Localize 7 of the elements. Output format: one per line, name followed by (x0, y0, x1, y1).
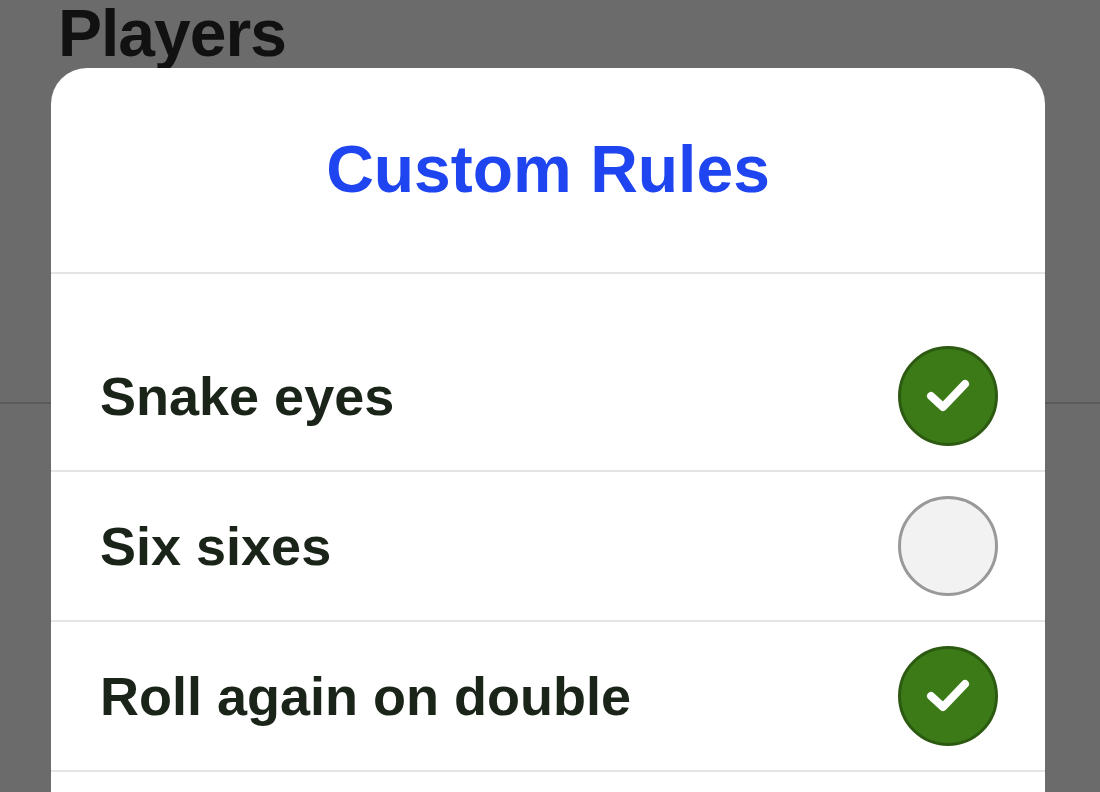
dialog-title: Custom Rules (51, 68, 1045, 274)
checkmark-icon (926, 679, 970, 713)
rule-label: Six sixes (100, 514, 332, 578)
checkmark-icon (926, 379, 970, 413)
rule-label: Roll again on double (100, 664, 631, 728)
page-title: Players (58, 0, 287, 66)
rule-label: Snake eyes (100, 364, 395, 428)
